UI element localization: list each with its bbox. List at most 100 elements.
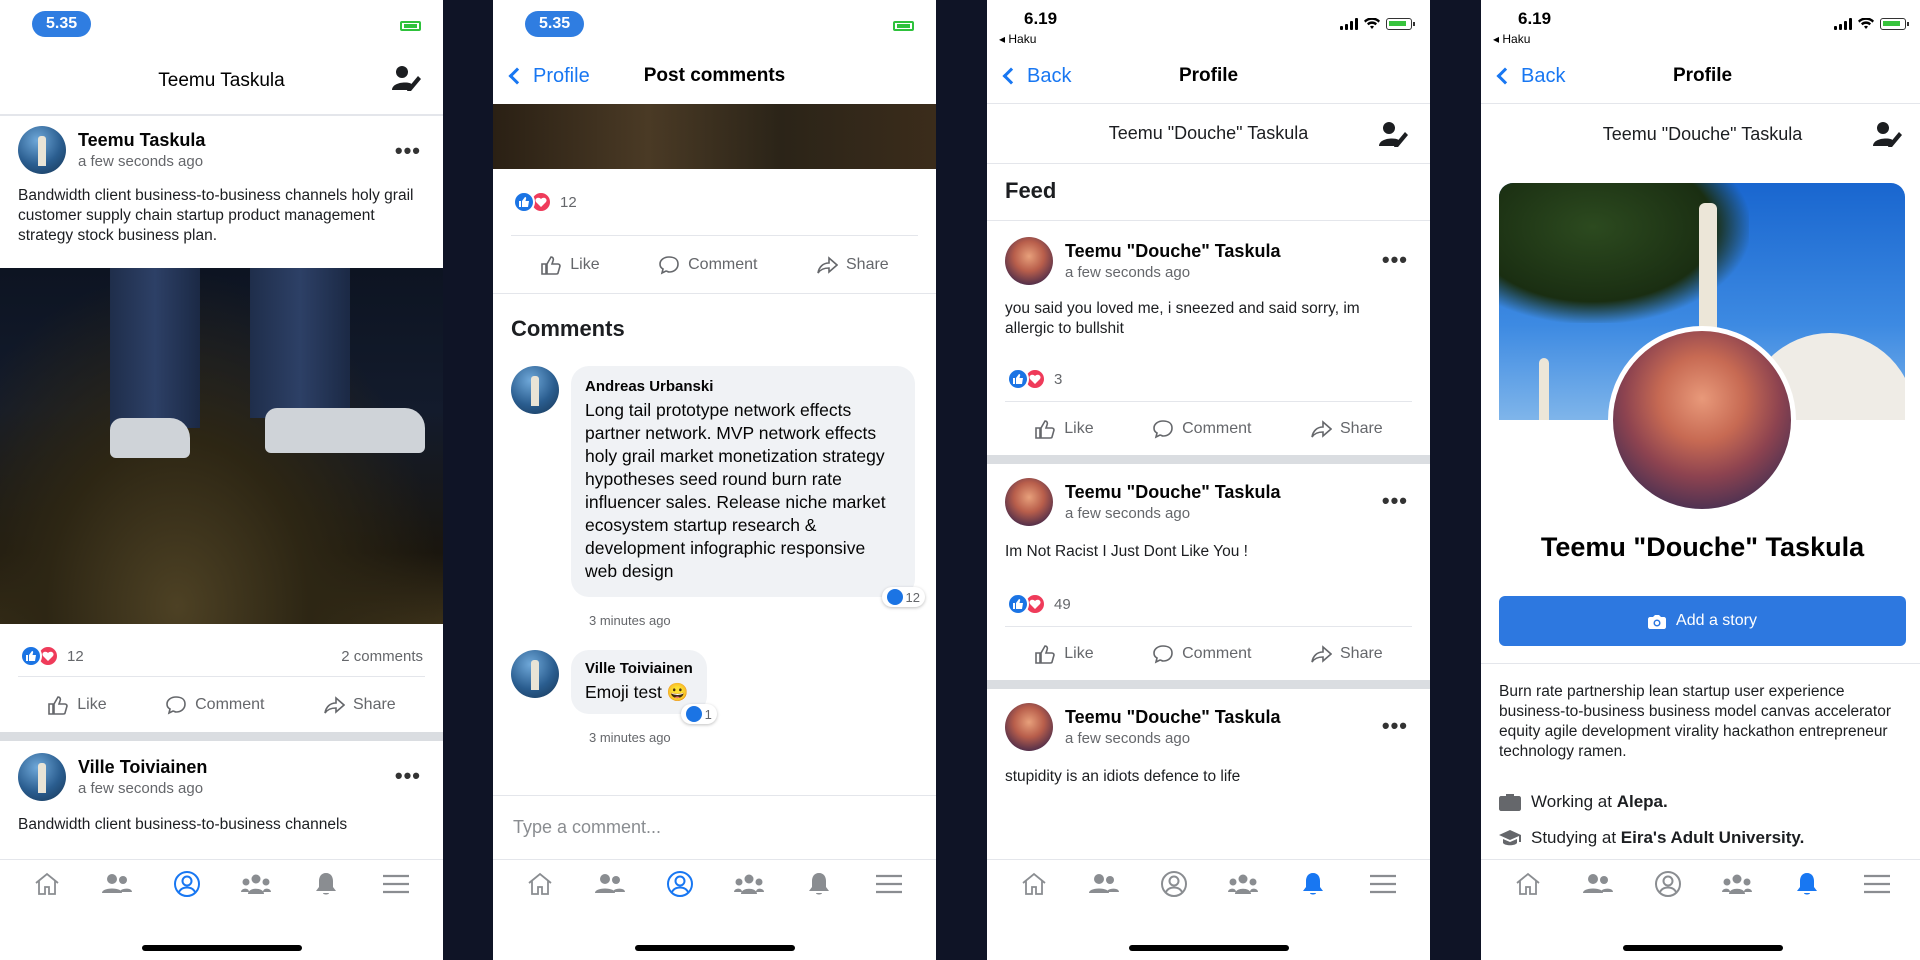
reaction-summary[interactable]: 3 (987, 357, 1430, 401)
like-button[interactable]: Like (47, 694, 107, 716)
battery-icon (893, 21, 914, 31)
tab-home[interactable] (1513, 870, 1543, 898)
tab-notifications[interactable] (1792, 870, 1822, 898)
tab-notifications[interactable] (1298, 870, 1328, 898)
bell-icon (1797, 873, 1818, 895)
edit-profile-icon[interactable] (1378, 120, 1408, 148)
like-label: Like (1064, 644, 1094, 662)
reaction-summary[interactable]: 12 2 comments (0, 636, 443, 676)
post-author[interactable]: Teemu Taskula (78, 130, 205, 151)
comment-button[interactable]: Comment (658, 254, 757, 276)
avatar[interactable] (18, 753, 66, 801)
comment-reactions[interactable]: 12 (881, 587, 925, 607)
share-icon (1311, 644, 1332, 663)
tab-profile[interactable] (1653, 870, 1683, 898)
tab-profile[interactable] (1159, 870, 1189, 898)
home-icon (1516, 872, 1540, 895)
comment-reactions[interactable]: 1 (680, 704, 717, 724)
back-button[interactable]: Back (1489, 48, 1565, 104)
tab-groups[interactable] (241, 870, 272, 898)
share-button[interactable]: Share (816, 254, 889, 276)
post-photo[interactable] (0, 268, 443, 624)
post-actions: Like Comment Share (1005, 401, 1412, 455)
post-author[interactable]: Ville Toiviainen (78, 757, 207, 778)
tab-home[interactable] (1019, 870, 1049, 898)
comment-text: Emoji test 😀 (585, 682, 689, 702)
system-icons (1340, 18, 1415, 30)
tab-profile[interactable] (172, 870, 202, 898)
status-time: 5.35 (32, 11, 92, 37)
avatar[interactable] (1005, 703, 1053, 751)
more-options-icon[interactable]: ••• (1382, 488, 1408, 514)
chevron-left-icon (1496, 67, 1514, 85)
comment-bubble[interactable]: Ville Toiviainen Emoji test 😀 1 (571, 650, 717, 724)
post-author[interactable]: Teemu "Douche" Taskula (1065, 482, 1280, 503)
back-button[interactable]: Profile (501, 48, 590, 104)
comments-count[interactable]: 2 comments (341, 648, 423, 665)
friends-icon (1088, 874, 1119, 893)
more-options-icon[interactable]: ••• (395, 138, 421, 164)
comment-input[interactable]: Type a comment... (493, 795, 936, 859)
comment-author[interactable]: Andreas Urbanski (585, 378, 901, 395)
tab-menu[interactable] (381, 870, 411, 898)
like-button[interactable]: Like (540, 254, 600, 276)
tab-profile[interactable] (665, 870, 695, 898)
avatar[interactable] (511, 650, 559, 698)
tab-menu[interactable] (1862, 870, 1892, 898)
groups-icon (734, 874, 765, 894)
tab-friends[interactable] (1088, 870, 1119, 898)
comment-author[interactable]: Ville Toiviainen (585, 660, 693, 677)
tab-notifications[interactable] (804, 870, 834, 898)
share-button[interactable]: Share (1310, 643, 1383, 665)
tab-friends[interactable] (1582, 870, 1613, 898)
reaction-count: 49 (1054, 595, 1071, 613)
tab-groups[interactable] (734, 870, 765, 898)
comment-button[interactable]: Comment (1152, 418, 1251, 440)
avatar[interactable] (18, 126, 66, 174)
back-to-app[interactable]: ◂ Haku (1493, 32, 1530, 46)
avatar[interactable] (1005, 237, 1053, 285)
reaction-summary[interactable]: 12 (493, 169, 936, 235)
more-options-icon[interactable]: ••• (395, 763, 421, 789)
tab-friends[interactable] (594, 870, 625, 898)
work-place[interactable]: Alepa. (1617, 792, 1668, 811)
study-place[interactable]: Eira's Adult University. (1621, 828, 1805, 847)
edit-profile-icon[interactable] (1872, 120, 1902, 148)
tab-menu[interactable] (874, 870, 904, 898)
more-options-icon[interactable]: ••• (1382, 247, 1408, 273)
comment-button[interactable]: Comment (1152, 643, 1251, 665)
tab-home[interactable] (32, 870, 62, 898)
comment-button[interactable]: Comment (165, 694, 264, 716)
share-button[interactable]: Share (1310, 418, 1383, 440)
back-to-app[interactable]: ◂ Haku (999, 32, 1036, 46)
avatar[interactable] (511, 366, 559, 414)
like-button[interactable]: Like (1034, 643, 1094, 665)
post-photo[interactable] (493, 104, 936, 169)
reaction-summary[interactable]: 49 (987, 582, 1430, 626)
avatar[interactable] (1005, 478, 1053, 526)
comment-bubble[interactable]: Andreas Urbanski Long tail prototype net… (571, 366, 925, 607)
share-button[interactable]: Share (323, 694, 396, 716)
post-author[interactable]: Teemu "Douche" Taskula (1065, 241, 1280, 262)
profile-picture[interactable] (1608, 326, 1796, 514)
tab-home[interactable] (525, 870, 555, 898)
share-icon (1311, 419, 1332, 438)
share-label: Share (1340, 644, 1383, 662)
post-comments-screen: 5.35 Profile Post comments 12 Like Comme… (493, 0, 936, 960)
comment-icon (659, 255, 679, 274)
tab-notifications[interactable] (311, 870, 341, 898)
post-author[interactable]: Teemu "Douche" Taskula (1065, 707, 1280, 728)
home-indicator (141, 945, 302, 951)
home-icon (528, 872, 552, 895)
tab-menu[interactable] (1368, 870, 1398, 898)
edit-profile-icon[interactable] (391, 64, 421, 92)
profile-name: Teemu "Douche" Taskula (1108, 123, 1309, 143)
like-button[interactable]: Like (1034, 418, 1094, 440)
tab-groups[interactable] (1228, 870, 1259, 898)
tab-friends[interactable] (101, 870, 132, 898)
more-options-icon[interactable]: ••• (1382, 713, 1408, 739)
camera-icon (1648, 614, 1667, 629)
add-story-button[interactable]: Add a story (1499, 596, 1906, 646)
back-button[interactable]: Back (995, 48, 1071, 104)
tab-groups[interactable] (1722, 870, 1753, 898)
